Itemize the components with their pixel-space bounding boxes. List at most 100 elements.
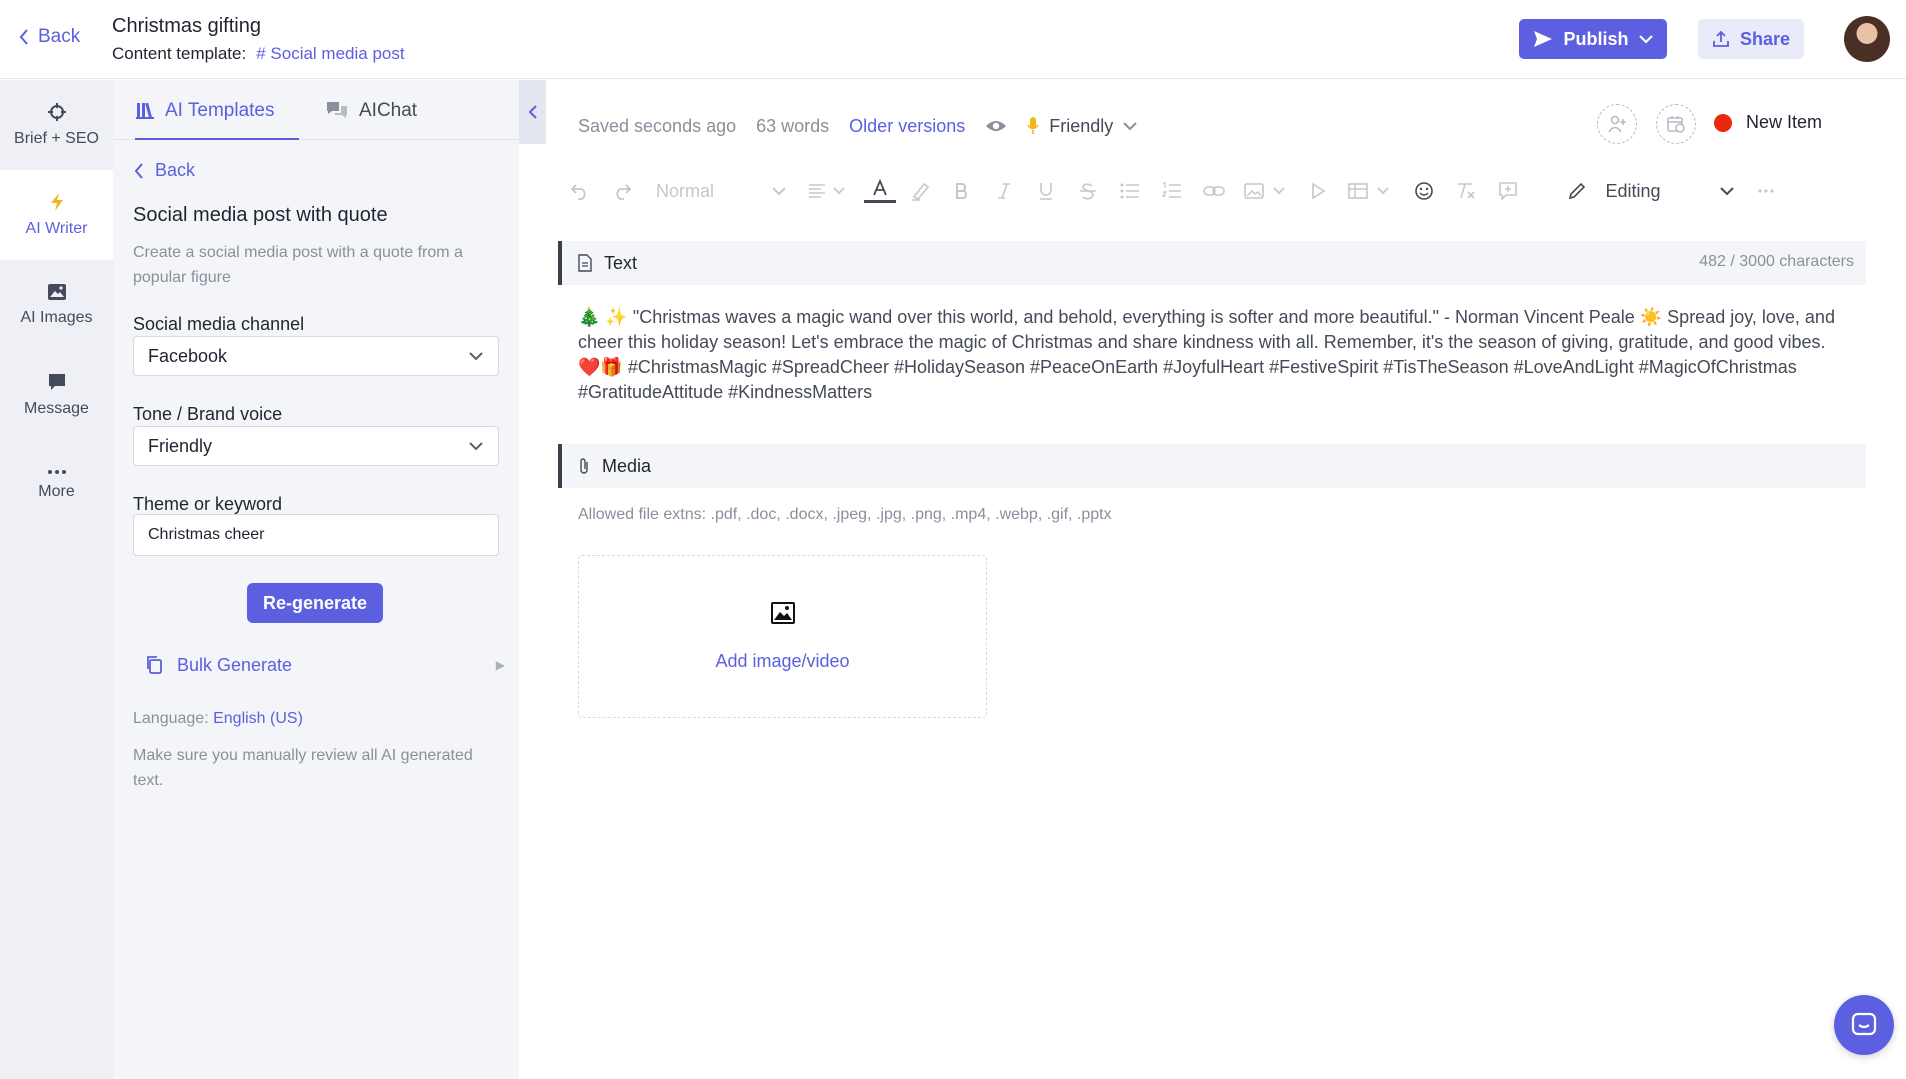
character-count: 482 / 3000 characters bbox=[1699, 253, 1854, 270]
rail-label: AI Writer bbox=[25, 220, 88, 237]
template-description: Create a social media post with a quote … bbox=[133, 244, 463, 286]
rail-item-ai-images[interactable]: AI Images bbox=[0, 260, 113, 350]
post-text-editor[interactable]: 🎄 ✨ "Christmas waves a magic wand over t… bbox=[578, 305, 1842, 405]
item-status[interactable]: New Item bbox=[1714, 112, 1822, 133]
document-icon bbox=[578, 254, 592, 272]
chevron-down-icon bbox=[469, 352, 483, 361]
chevron-down-icon bbox=[772, 187, 786, 196]
align-icon[interactable] bbox=[806, 174, 850, 208]
insert-image-icon[interactable] bbox=[1242, 174, 1290, 208]
numbered-list-icon[interactable] bbox=[1158, 174, 1186, 208]
send-icon bbox=[1534, 31, 1553, 47]
underline-icon[interactable] bbox=[1032, 174, 1060, 208]
tab-ai-templates[interactable]: AI Templates bbox=[135, 100, 299, 140]
paragraph-style-select[interactable]: Normal bbox=[656, 174, 786, 208]
user-avatar[interactable] bbox=[1844, 16, 1890, 62]
comment-add-icon[interactable] bbox=[1494, 174, 1522, 208]
tone-dropdown[interactable]: Friendly bbox=[1027, 116, 1137, 137]
hash-icon: # bbox=[256, 44, 266, 63]
content-template-line: Content template: # Social media post bbox=[112, 44, 405, 64]
theme-input[interactable] bbox=[133, 514, 499, 556]
template-link[interactable]: # Social media post bbox=[256, 44, 404, 64]
regenerate-button[interactable]: Re-generate bbox=[247, 583, 383, 623]
top-header: Back Christmas gifting Content template:… bbox=[0, 0, 1906, 79]
play-arrow-icon: ▶ bbox=[495, 658, 505, 672]
pencil-icon bbox=[1568, 182, 1586, 200]
image-icon bbox=[47, 284, 66, 300]
tone-select[interactable]: Friendly bbox=[133, 426, 499, 466]
rail-item-message[interactable]: Message bbox=[0, 350, 113, 440]
bullet-list-icon[interactable] bbox=[1116, 174, 1144, 208]
media-section-title: Media bbox=[602, 455, 652, 476]
library-icon bbox=[136, 102, 154, 119]
tone-value: Friendly bbox=[148, 435, 213, 456]
video-play-icon[interactable] bbox=[1304, 174, 1332, 208]
publish-label: Publish bbox=[1563, 28, 1629, 49]
rail-label: More bbox=[38, 483, 75, 500]
tone-label: Tone / Brand voice bbox=[133, 404, 283, 424]
bulk-generate-button[interactable]: Bulk Generate ▶ bbox=[145, 650, 505, 680]
text-color-icon[interactable] bbox=[862, 174, 898, 208]
media-section-header: Media bbox=[558, 444, 1866, 488]
chat-bubbles-icon bbox=[327, 102, 347, 118]
tab-label: AIChat bbox=[359, 100, 418, 121]
collapse-panel-button[interactable] bbox=[519, 80, 546, 144]
publish-button[interactable]: Publish bbox=[1519, 19, 1667, 59]
chevron-down-icon bbox=[1720, 187, 1734, 196]
rail-item-ai-writer[interactable]: AI Writer bbox=[0, 170, 113, 260]
rail-item-more[interactable]: More bbox=[0, 440, 113, 530]
style-value: Normal bbox=[656, 180, 715, 201]
tab-label: AI Templates bbox=[165, 100, 275, 121]
back-button[interactable]: Back bbox=[18, 26, 80, 48]
item-status-label: New Item bbox=[1746, 112, 1823, 132]
add-user-icon bbox=[1608, 115, 1626, 133]
text-section-header: Text 482 / 3000 characters bbox=[558, 241, 1866, 285]
microphone-icon bbox=[1027, 117, 1039, 134]
chat-icon bbox=[1851, 1012, 1877, 1036]
tone-label: Friendly bbox=[1049, 115, 1114, 136]
language-line: Language: English (US) bbox=[133, 710, 303, 728]
rail-label: Brief + SEO bbox=[14, 130, 99, 147]
table-icon[interactable] bbox=[1346, 174, 1394, 208]
bold-icon[interactable] bbox=[948, 174, 976, 208]
paperclip-icon bbox=[580, 458, 588, 474]
panel-tabs: AI Templates AIChat bbox=[113, 80, 519, 140]
language-prefix: Language: bbox=[133, 710, 209, 727]
chevron-left-icon bbox=[19, 29, 28, 45]
channel-select[interactable]: Facebook bbox=[133, 336, 499, 376]
copy-icon bbox=[147, 656, 162, 674]
strikethrough-icon[interactable] bbox=[1074, 174, 1102, 208]
review-note: Make sure you manually review all AI gen… bbox=[133, 747, 473, 789]
schedule-button[interactable] bbox=[1656, 104, 1696, 144]
rail-label: AI Images bbox=[20, 309, 93, 326]
older-versions-link[interactable]: Older versions bbox=[849, 116, 965, 137]
language-value[interactable]: English (US) bbox=[213, 710, 303, 727]
formatting-toolbar: Normal Editing bbox=[566, 174, 1774, 208]
media-dropzone[interactable]: Add image/video bbox=[578, 555, 987, 718]
more-options-icon[interactable] bbox=[1754, 174, 1778, 208]
back-label: Back bbox=[38, 26, 81, 47]
highlight-icon[interactable] bbox=[906, 174, 934, 208]
chevron-left-icon bbox=[528, 105, 537, 119]
link-icon[interactable] bbox=[1200, 174, 1228, 208]
redo-icon[interactable] bbox=[608, 174, 636, 208]
panel-back-button[interactable]: Back bbox=[133, 160, 195, 181]
editing-mode-select[interactable]: Editing bbox=[1568, 174, 1734, 208]
italic-icon[interactable] bbox=[990, 174, 1018, 208]
chat-widget-button[interactable] bbox=[1834, 995, 1894, 1055]
clear-format-icon[interactable] bbox=[1452, 174, 1480, 208]
rail-item-brief-seo[interactable]: Brief + SEO bbox=[0, 80, 113, 170]
eye-icon[interactable] bbox=[985, 118, 1007, 134]
message-icon bbox=[48, 374, 65, 390]
assign-user-button[interactable] bbox=[1597, 104, 1637, 144]
share-button[interactable]: Share bbox=[1698, 19, 1804, 59]
ai-template-panel: AI Templates AIChat Back Social media po… bbox=[113, 80, 519, 1079]
emoji-icon[interactable] bbox=[1410, 174, 1438, 208]
editor-status-bar: Saved seconds ago 63 words Older version… bbox=[578, 112, 1137, 140]
undo-icon[interactable] bbox=[566, 174, 594, 208]
calendar-clock-icon bbox=[1667, 116, 1685, 133]
text-section-title: Text bbox=[604, 252, 638, 273]
editing-mode-label: Editing bbox=[1605, 180, 1661, 201]
word-count: 63 words bbox=[756, 115, 830, 136]
tab-aichat[interactable]: AIChat bbox=[325, 100, 417, 140]
